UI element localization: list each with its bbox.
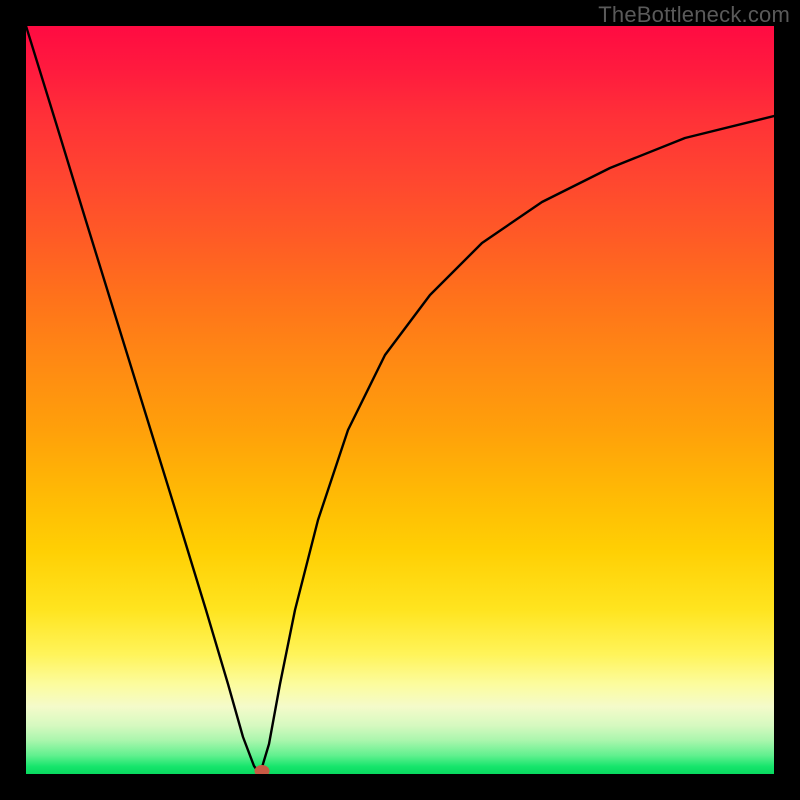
bottleneck-curve xyxy=(26,26,774,774)
watermark-text: TheBottleneck.com xyxy=(598,2,790,28)
plot-area xyxy=(26,26,774,774)
chart-svg xyxy=(26,26,774,774)
minimum-marker xyxy=(255,766,269,775)
